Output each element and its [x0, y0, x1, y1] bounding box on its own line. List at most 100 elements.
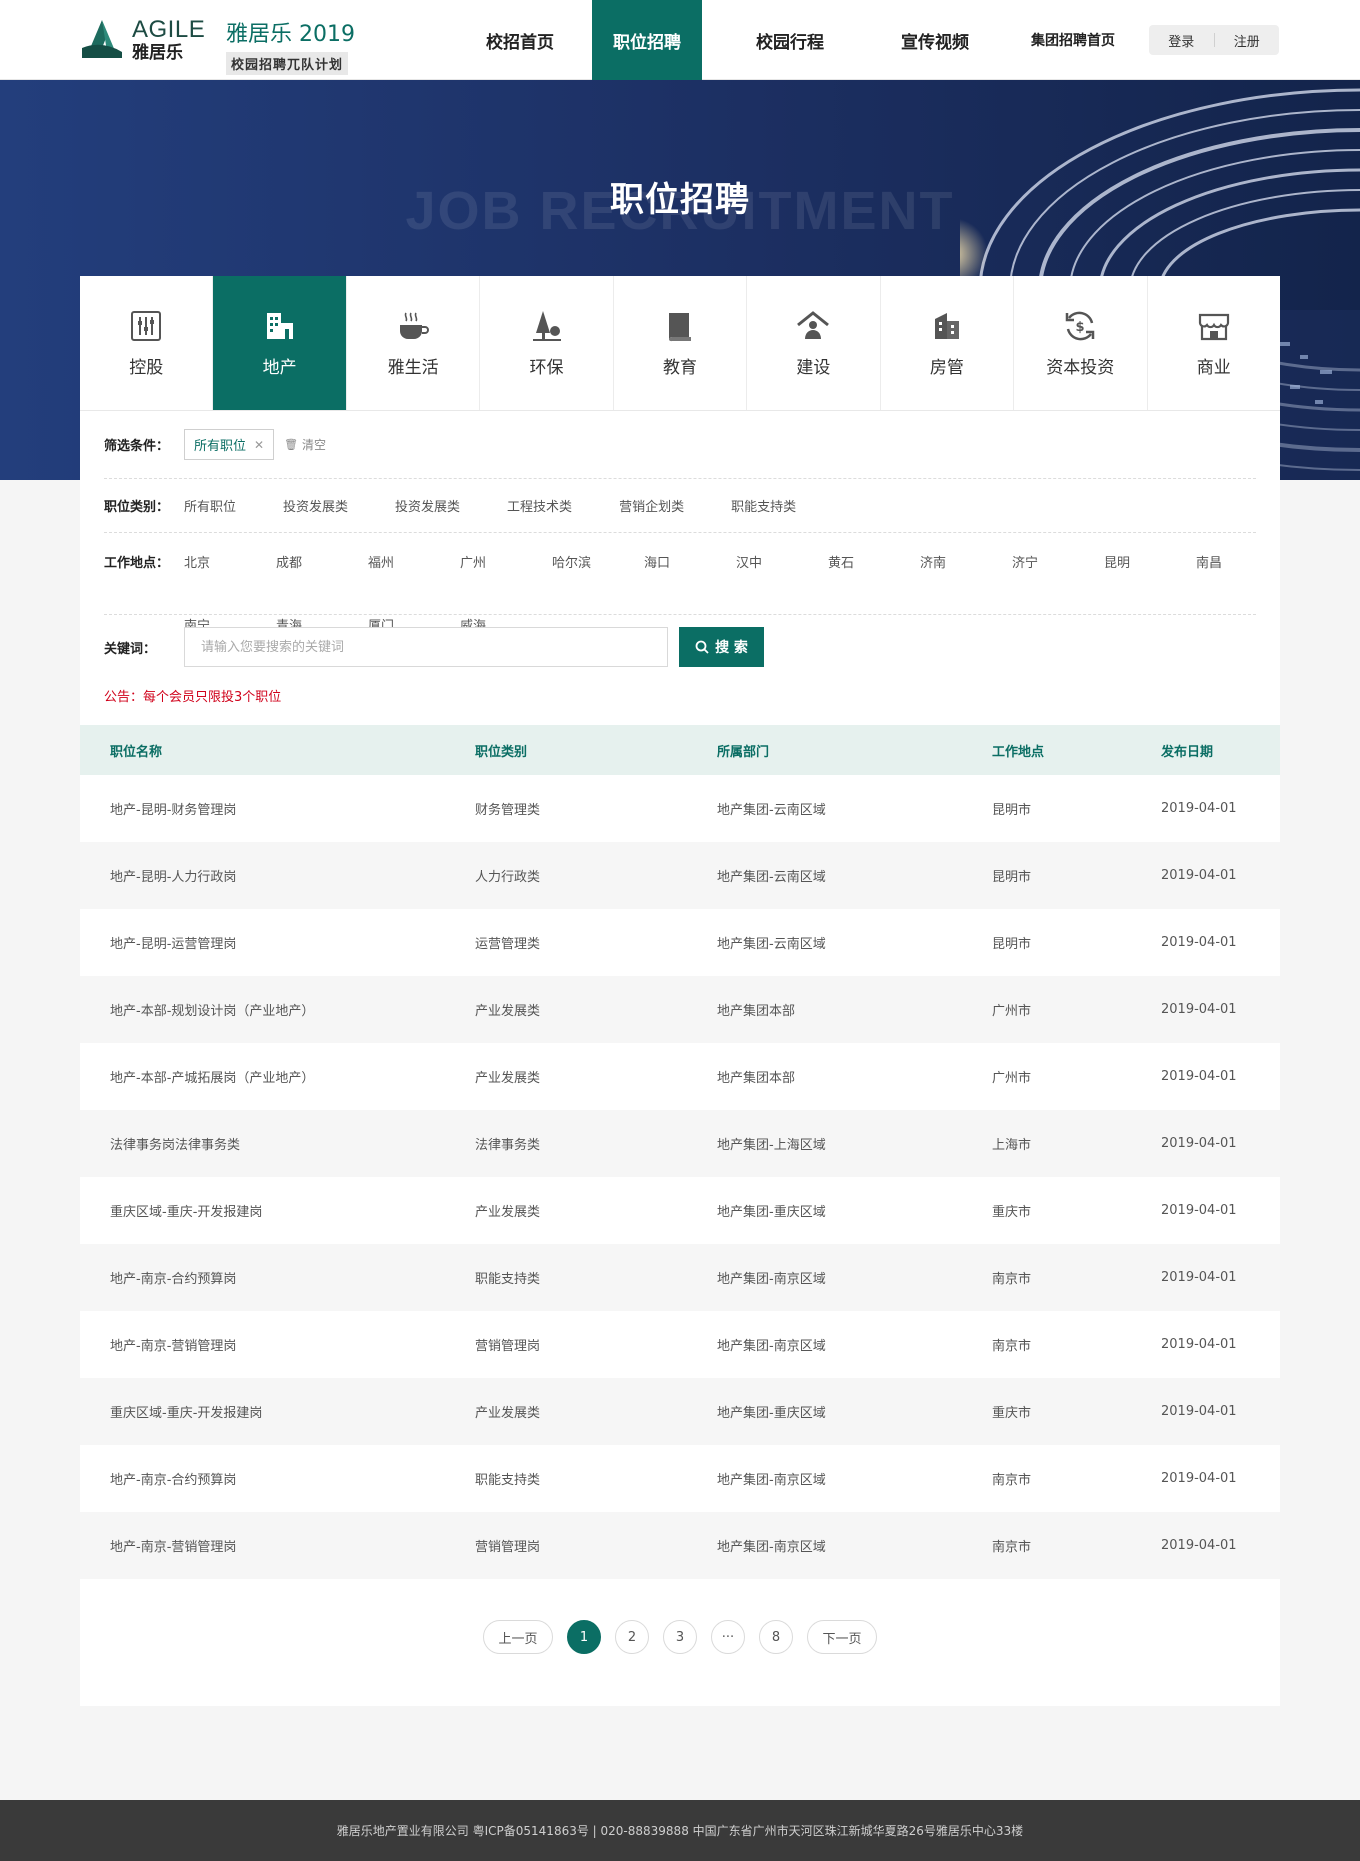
location-option[interactable]: 北京 [184, 552, 276, 615]
cell-publish-date: 2019-04-01 [1161, 1471, 1237, 1486]
table-row[interactable]: 地产-南京-合约预算岗 职能支持类 地产集团-南京区域 南京市 2019-04-01 [80, 1244, 1280, 1311]
tab-agile-living[interactable]: 雅生活 [347, 276, 481, 410]
sliders-icon [129, 309, 163, 343]
cell-job-title[interactable]: 地产-昆明-人力行政岗 [110, 866, 236, 885]
table-row[interactable]: 法律事务岗法律事务类 法律事务类 地产集团-上海区域 上海市 2019-04-01 [80, 1110, 1280, 1177]
table-row[interactable]: 重庆区域-重庆-开发报建岗 产业发展类 地产集团-重庆区域 重庆市 2019-04-01 [80, 1177, 1280, 1244]
book-icon [663, 309, 697, 343]
job-category-option[interactable]: 所有职位 [184, 496, 236, 515]
job-category-option[interactable]: 营销企划类 [619, 496, 684, 515]
location-option[interactable]: 黄石 [828, 552, 920, 615]
table-row[interactable]: 地产-南京-营销管理岗 营销管理岗 地产集团-南京区域 南京市 2019-04-01 [80, 1512, 1280, 1579]
nav-job-recruitment[interactable]: 职位招聘 [592, 0, 702, 80]
cell-job-title[interactable]: 地产-昆明-财务管理岗 [110, 799, 236, 818]
job-category-options: 所有职位 投资发展类 投资发展类 工程技术类 营销企划类 职能支持类 [184, 496, 843, 515]
next-page-button[interactable]: 下一页 [807, 1620, 877, 1654]
job-listing-card: 控股 地产 雅生活 环保 教育 建设 房管 $ 资本投资 商业 筛选条件： 所有… [80, 276, 1280, 1706]
table-row[interactable]: 地产-昆明-运营管理岗 运营管理类 地产集团-云南区域 昆明市 2019-04-01 [80, 909, 1280, 976]
pagination: 上一页 1 2 3 ··· 8 下一页 [80, 1620, 1280, 1654]
tab-holdings[interactable]: 控股 [80, 276, 214, 410]
tab-commercial[interactable]: 商业 [1148, 276, 1280, 410]
location-option[interactable]: 济南 [920, 552, 1012, 615]
cell-job-title[interactable]: 地产-本部-产城拓展岗（产业地产） [110, 1067, 314, 1086]
tab-capital-investment[interactable]: $ 资本投资 [1014, 276, 1148, 410]
cell-job-title[interactable]: 地产-南京-营销管理岗 [110, 1335, 236, 1354]
tab-real-estate[interactable]: 地产 [213, 276, 347, 410]
nav-campus-home[interactable]: 校招首页 [448, 0, 592, 80]
tab-education[interactable]: 教育 [614, 276, 748, 410]
coffee-cup-icon [396, 309, 430, 343]
login-link[interactable]: 登录 [1149, 31, 1214, 50]
location-option[interactable]: 广州 [460, 552, 552, 615]
tab-label: 环保 [529, 357, 564, 378]
tab-environmental[interactable]: 环保 [480, 276, 614, 410]
cell-job-title[interactable]: 地产-本部-规划设计岗（产业地产） [110, 1000, 314, 1019]
footer-text: 雅居乐地产置业有限公司 粤ICP备05141863号 | 020-8883988… [336, 1824, 1024, 1838]
register-link[interactable]: 注册 [1215, 31, 1280, 50]
table-row[interactable]: 地产-南京-营销管理岗 营销管理岗 地产集团-南京区域 南京市 2019-04-01 [80, 1311, 1280, 1378]
cell-job-title[interactable]: 重庆区域-重庆-开发报建岗 [110, 1201, 262, 1220]
cell-location: 重庆市 [992, 1406, 1032, 1421]
page-button[interactable]: 8 [759, 1620, 793, 1654]
page-button[interactable]: 2 [615, 1620, 649, 1654]
cell-department: 地产集团-南京区域 [717, 1540, 826, 1555]
location-option[interactable]: 南昌 [1196, 552, 1236, 615]
location-option[interactable]: 昆明 [1104, 552, 1196, 615]
selected-filter-chip[interactable]: 所有职位 ✕ [184, 429, 275, 460]
tab-construction[interactable]: 建设 [747, 276, 881, 410]
cell-job-title[interactable]: 法律事务岗法律事务类 [110, 1134, 240, 1153]
location-label: 工作地点： [104, 556, 170, 571]
agile-logo[interactable]: AGILE 雅居乐 [78, 16, 208, 64]
location-option[interactable]: 济宁 [1012, 552, 1104, 615]
table-header: 职位名称 职位类别 所属部门 工作地点 发布日期 [80, 725, 1280, 775]
job-category-option[interactable]: 投资发展类 [395, 496, 460, 515]
table-row[interactable]: 地产-本部-产城拓展岗（产业地产） 产业发展类 地产集团本部 广州市 2019-04-0… [80, 1043, 1280, 1110]
agile-logo-mark-icon [82, 20, 122, 58]
job-category-option[interactable]: 工程技术类 [507, 496, 572, 515]
cell-publish-date: 2019-04-01 [1161, 1203, 1237, 1218]
table-row[interactable]: 地产-昆明-人力行政岗 人力行政类 地产集团-云南区域 昆明市 2019-04-01 [80, 842, 1280, 909]
location-option[interactable]: 哈尔滨 [552, 552, 644, 615]
search-button[interactable]: 搜 索 [679, 627, 764, 667]
remove-icon[interactable]: ✕ [254, 438, 264, 452]
nav-group-recruitment-home[interactable]: 集团招聘首页 [992, 0, 1154, 80]
nav-campus-schedule[interactable]: 校园行程 [702, 0, 878, 80]
search-button-label: 搜 索 [715, 640, 748, 656]
cell-publish-date: 2019-04-01 [1161, 1002, 1237, 1017]
cell-job-title[interactable]: 重庆区域-重庆-开发报建岗 [110, 1402, 262, 1421]
cell-job-title[interactable]: 地产-南京-合约预算岗 [110, 1268, 236, 1287]
clear-filters-button[interactable]: 🗑 清空 [284, 436, 326, 453]
location-option[interactable]: 海口 [644, 552, 736, 615]
table-row[interactable]: 地产-本部-规划设计岗（产业地产） 产业发展类 地产集团本部 广州市 2019-04-0… [80, 976, 1280, 1043]
nav-promo-video[interactable]: 宣传视频 [878, 0, 992, 80]
table-row[interactable]: 地产-南京-合约预算岗 职能支持类 地产集团-南京区域 南京市 2019-04-01 [80, 1445, 1280, 1512]
location-option[interactable]: 成都 [276, 552, 368, 615]
job-category-option[interactable]: 职能支持类 [731, 496, 796, 515]
table-row[interactable]: 地产-昆明-财务管理岗 财务管理类 地产集团-云南区域 昆明市 2019-04-01 [80, 775, 1280, 842]
keyword-search-input[interactable] [184, 627, 668, 667]
page-button[interactable]: 1 [567, 1620, 601, 1654]
location-options: 北京 成都 福州 广州 哈尔滨 海口 汉中 黄石 济南 济宁 昆明 南昌 南宁 … [184, 552, 1256, 635]
cell-job-title[interactable]: 地产-昆明-运营管理岗 [110, 933, 236, 952]
cell-job-category: 产业发展类 [475, 1071, 541, 1086]
tab-property-management[interactable]: 房管 [881, 276, 1015, 410]
location-option[interactable]: 福州 [368, 552, 460, 615]
location-option[interactable]: 汉中 [736, 552, 828, 615]
cell-job-category: 营销管理岗 [475, 1339, 541, 1354]
cell-location: 重庆市 [992, 1205, 1032, 1220]
campaign-title: 雅居乐 2019 校园招聘兀队计划 [226, 16, 355, 75]
cell-job-category: 运营管理类 [475, 937, 541, 952]
table-row[interactable]: 重庆区域-重庆-开发报建岗 产业发展类 地产集团-重庆区域 重庆市 2019-04-01 [80, 1378, 1280, 1445]
cell-department: 地产集团本部 [717, 1004, 796, 1019]
cell-location: 广州市 [992, 1071, 1032, 1086]
prev-page-button[interactable]: 上一页 [483, 1620, 553, 1654]
job-category-row: 职位类别： 所有职位 投资发展类 投资发展类 工程技术类 营销企划类 职能支持类 [104, 479, 1256, 533]
cell-job-title[interactable]: 地产-南京-合约预算岗 [110, 1469, 236, 1488]
cell-department: 地产集团本部 [717, 1071, 796, 1086]
cell-job-title[interactable]: 地产-南京-营销管理岗 [110, 1536, 236, 1555]
page-button[interactable]: 3 [663, 1620, 697, 1654]
header-publish-date: 发布日期 [1161, 744, 1214, 760]
job-category-option[interactable]: 投资发展类 [283, 496, 348, 515]
tab-label: 房管 [929, 357, 964, 378]
business-category-tabs: 控股 地产 雅生活 环保 教育 建设 房管 $ 资本投资 商业 [80, 276, 1280, 411]
